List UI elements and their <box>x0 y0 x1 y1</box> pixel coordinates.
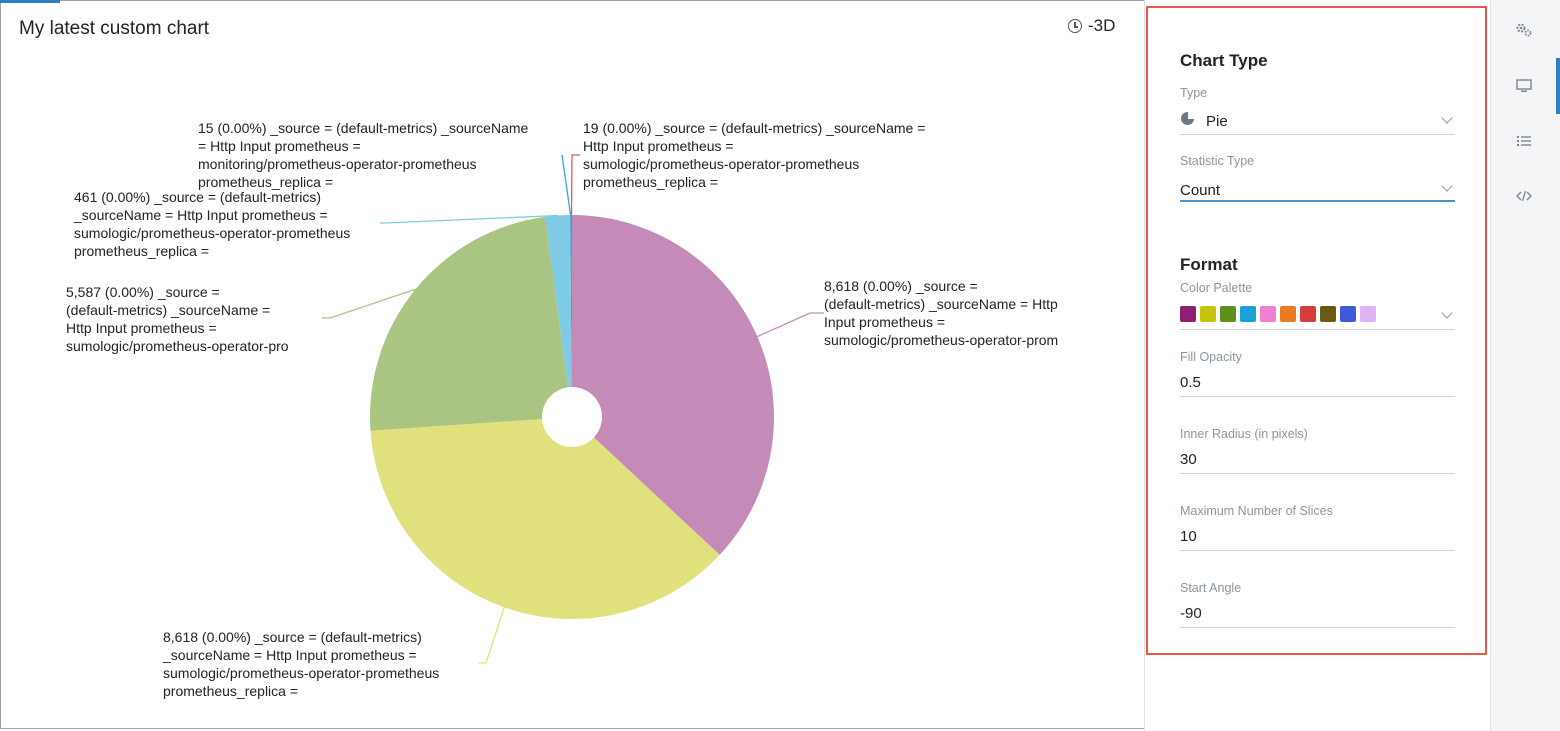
rail-active-indicator <box>1556 58 1560 114</box>
slice-label: 461 (0.00%) _source = (default-metrics) … <box>74 189 351 259</box>
palette-swatch <box>1360 306 1376 322</box>
start-angle-underline <box>1180 627 1455 628</box>
palette-swatch <box>1300 306 1316 322</box>
slice-label: 5,587 (0.00%) _source = (default-metrics… <box>66 284 289 354</box>
chart-area: My latest custom chart -3D 8,618 (0.00%)… <box>0 0 1144 731</box>
slice-label: 8,618 (0.00%) _source = (default-metrics… <box>163 629 440 699</box>
palette-swatch <box>1280 306 1296 322</box>
max-slices-label: Maximum Number of Slices <box>1180 504 1333 518</box>
palette-swatch <box>1220 306 1236 322</box>
leader-line <box>478 607 505 664</box>
list-icon[interactable] <box>1512 129 1536 153</box>
pie-slice[interactable] <box>370 216 569 431</box>
max-slices-underline <box>1180 550 1455 551</box>
slice-label: 15 (0.00%) _source = (default-metrics) _… <box>198 120 529 190</box>
leader-line <box>561 154 572 216</box>
pie-chart-icon <box>1181 112 1194 125</box>
type-select[interactable] <box>1180 134 1455 135</box>
settings-highlight-box <box>1146 6 1487 655</box>
slice-label: 8,618 (0.00%) _source = (default-metrics… <box>824 278 1059 348</box>
color-palette-underline <box>1180 329 1455 330</box>
palette-swatch <box>1200 306 1216 322</box>
color-palette-label: Color Palette <box>1180 281 1253 295</box>
start-angle-input[interactable]: -90 <box>1180 605 1202 622</box>
palette-swatch <box>1240 306 1256 322</box>
statistic-type-label: Statistic Type <box>1180 154 1255 168</box>
start-angle-label: Start Angle <box>1180 581 1242 595</box>
inner-radius-underline <box>1180 473 1455 474</box>
display-icon[interactable] <box>1512 74 1536 98</box>
fill-opacity-input[interactable]: 0.5 <box>1180 374 1201 391</box>
leader-line <box>570 154 580 216</box>
pie-chart <box>322 154 824 664</box>
statistic-type-value[interactable]: Count <box>1180 182 1220 199</box>
settings-gears-icon[interactable] <box>1512 18 1536 42</box>
chart-type-heading: Chart Type <box>1180 51 1268 70</box>
format-heading: Format <box>1180 255 1238 274</box>
fill-opacity-label: Fill Opacity <box>1180 350 1242 364</box>
palette-swatch <box>1340 306 1356 322</box>
type-label: Type <box>1180 86 1208 100</box>
slice-label: 19 (0.00%) _source = (default-metrics) _… <box>583 120 926 190</box>
right-rail <box>1490 0 1560 731</box>
palette-swatch <box>1260 306 1276 322</box>
palette-swatch <box>1320 306 1336 322</box>
type-select-value[interactable]: Pie <box>1206 113 1228 130</box>
max-slices-input[interactable]: 10 <box>1180 528 1197 545</box>
color-palette-select[interactable] <box>1180 306 1376 322</box>
leader-line <box>757 312 824 338</box>
inner-radius-label: Inner Radius (in pixels) <box>1180 427 1308 441</box>
palette-swatch <box>1180 306 1196 322</box>
inner-radius-input[interactable]: 30 <box>1180 451 1197 468</box>
fill-opacity-underline <box>1180 396 1455 397</box>
statistic-type-select[interactable] <box>1180 200 1455 202</box>
code-icon[interactable] <box>1512 184 1536 208</box>
